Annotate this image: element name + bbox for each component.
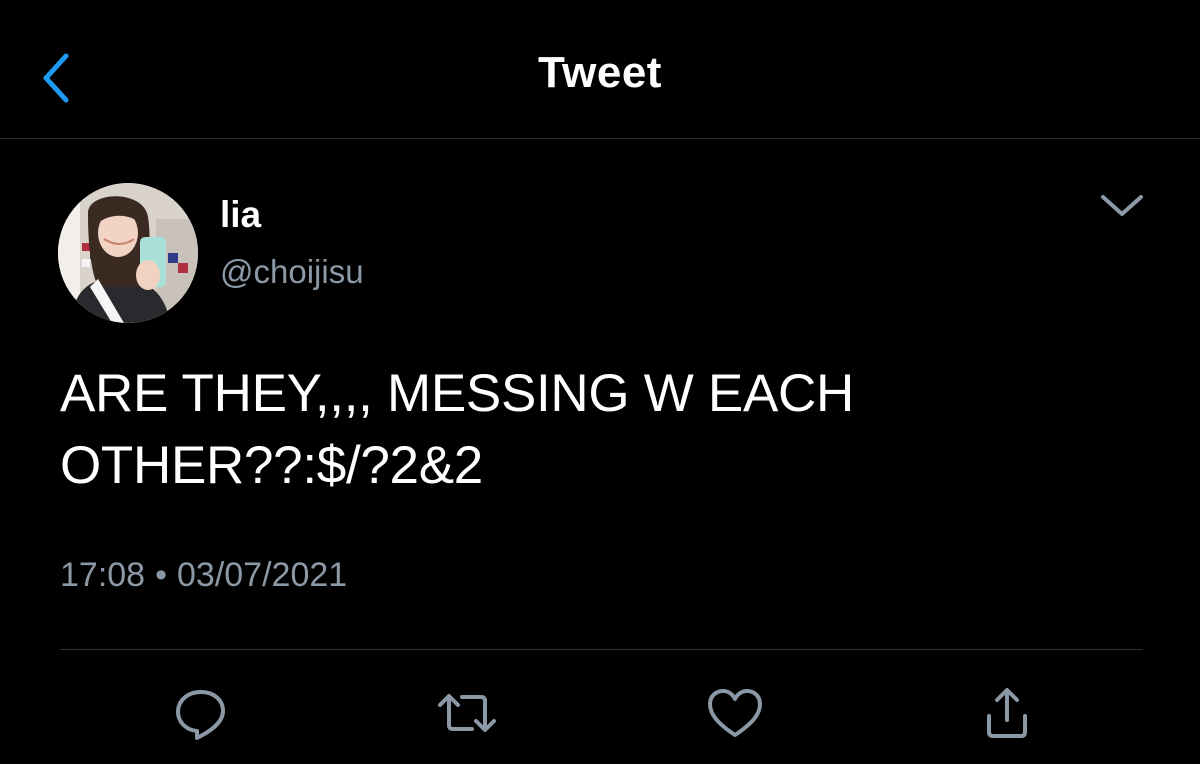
top-bar: Tweet xyxy=(0,0,1200,139)
retweet-icon xyxy=(438,694,496,732)
action-bar xyxy=(0,680,1200,746)
reply-button[interactable] xyxy=(166,680,236,746)
heart-icon xyxy=(708,689,762,737)
share-button[interactable] xyxy=(972,680,1042,746)
reply-icon xyxy=(176,690,225,740)
meta-separator: • xyxy=(155,556,167,594)
page-title: Tweet xyxy=(538,48,662,97)
author-handle[interactable]: @choijisu xyxy=(220,253,364,291)
tweet-text: ARE THEY,,,, MESSING W EACH OTHER??:$/?2… xyxy=(60,364,854,495)
profile-photo xyxy=(58,183,198,323)
divider xyxy=(60,649,1143,650)
retweet-button[interactable] xyxy=(432,680,502,746)
tweet-timestamp: 17:08 • 03/07/2021 xyxy=(60,556,347,595)
tweet-menu-button[interactable] xyxy=(1094,186,1150,226)
like-button[interactable] xyxy=(700,680,770,746)
tweet-time: 17:08 xyxy=(60,556,146,594)
chevron-down-icon xyxy=(1101,195,1143,216)
author-name[interactable]: lia xyxy=(220,194,261,236)
avatar[interactable] xyxy=(58,183,198,323)
share-icon xyxy=(987,688,1027,738)
tweet-date: 03/07/2021 xyxy=(177,556,348,594)
